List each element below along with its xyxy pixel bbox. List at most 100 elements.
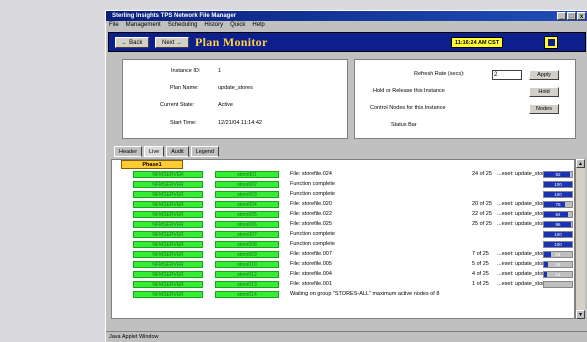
file-count: 24 of 25 <box>472 171 492 177</box>
node-cell[interactable]: store014 <box>215 291 279 298</box>
progress-bar: 100 <box>543 241 573 248</box>
table-row[interactable]: NFMSERVER store010 File: storefile.005 5 of… <box>112 260 574 269</box>
hold-release-label: Hold or Release this Instance <box>373 88 445 94</box>
vertical-scrollbar[interactable]: ▲ ▼ <box>575 159 585 319</box>
status-bar: Java Applet Window <box>106 331 587 342</box>
nodes-button[interactable]: Nodes <box>529 104 559 114</box>
minimize-button[interactable]: _ <box>557 12 566 20</box>
control-nodes-label: Control Nodes for this Instance <box>370 105 446 111</box>
menu-help[interactable]: Help <box>252 21 264 30</box>
server-cell[interactable]: NFMSERVER <box>133 231 203 238</box>
menu-history[interactable]: History <box>204 21 223 30</box>
current-state-value: Active <box>218 102 233 108</box>
node-cell[interactable]: store013 <box>215 281 279 288</box>
back-button[interactable]: ← Back <box>115 37 149 48</box>
hold-button[interactable]: Hold <box>529 87 559 97</box>
menu-file[interactable]: File <box>109 21 119 30</box>
table-row[interactable]: NFMSERVER store002 Function complete 100 <box>112 180 574 189</box>
tab-audit[interactable]: Audit <box>166 146 189 157</box>
server-cell[interactable]: NFMSERVER <box>133 181 203 188</box>
status-message: Function complete <box>290 231 335 237</box>
node-cell[interactable]: store003 <box>215 191 279 198</box>
instance-id-value: 1 <box>218 68 222 74</box>
node-cell[interactable]: store004 <box>215 201 279 208</box>
fileset-name: ...eset: update_stores <box>497 201 550 207</box>
maximize-button[interactable]: □ <box>567 12 576 20</box>
progress-percent: 24 <box>555 252 561 257</box>
table-row[interactable]: NFMSERVER store007 Function complete 100 <box>112 230 574 239</box>
refresh-rate-input[interactable]: 2 <box>492 70 522 80</box>
live-monitor-grid: Phase1 NFMSERVER store001 File: storefile.… <box>111 159 575 319</box>
node-cell[interactable]: store006 <box>215 221 279 228</box>
table-row[interactable]: NFMSERVER store005 File: storefile.022 22 o… <box>112 210 574 219</box>
menu-management[interactable]: Management <box>126 21 161 30</box>
next-button[interactable]: Next → <box>155 37 189 48</box>
node-cell[interactable]: store008 <box>215 241 279 248</box>
progress-percent: 84 <box>555 212 561 217</box>
server-cell[interactable]: NFMSERVER <box>133 201 203 208</box>
server-cell[interactable]: NFMSERVER <box>133 211 203 218</box>
close-button[interactable]: x <box>577 12 586 20</box>
file-count: 4 of 25 <box>472 271 489 277</box>
current-state-label: Current State: <box>160 102 195 108</box>
server-cell[interactable]: NFMSERVER <box>133 241 203 248</box>
fileset-name: ...eset: update_stores <box>497 261 550 267</box>
stop-button[interactable] <box>544 36 558 49</box>
status-message: Waiting on group "STORES-ALL" maximum ac… <box>290 291 440 297</box>
menu-scheduling[interactable]: Scheduling <box>168 21 198 30</box>
node-cell[interactable]: store001 <box>215 171 279 178</box>
node-cell[interactable]: store009 <box>215 251 279 258</box>
start-time-value: 12/21/04 11:14:42 <box>218 120 262 126</box>
tab-header[interactable]: Header <box>114 146 143 157</box>
server-cell[interactable]: NFMSERVER <box>133 271 203 278</box>
menu-quick[interactable]: Quick <box>230 21 245 30</box>
server-cell[interactable]: NFMSERVER <box>133 291 203 298</box>
progress-percent: 76 <box>555 202 561 207</box>
status-message: Function complete <box>290 241 335 247</box>
node-cell[interactable]: store012 <box>215 271 279 278</box>
server-cell[interactable]: NFMSERVER <box>133 171 203 178</box>
page-title: Plan Monitor <box>195 35 268 49</box>
table-row[interactable]: NFMSERVER store004 File: storefile.020 20 o… <box>112 200 574 209</box>
progress-bar: 100 <box>543 191 573 198</box>
fileset-name: ...eset: update_stores <box>497 251 550 257</box>
server-cell[interactable]: NFMSERVER <box>133 221 203 228</box>
table-row[interactable]: NFMSERVER store003 Function complete 100 <box>112 190 574 199</box>
table-row[interactable]: NFMSERVER store013 File: storefile.001 1 of… <box>112 280 574 289</box>
file-count: 5 of 25 <box>472 261 489 267</box>
table-row[interactable]: NFMSERVER store012 File: storefile.004 4 of… <box>112 270 574 279</box>
fileset-name: ...eset: update_stores <box>497 271 550 277</box>
refresh-rate-label: Refresh Rate (secs): <box>414 71 465 77</box>
table-row[interactable]: NFMSERVER store009 File: storefile.007 7 of… <box>112 250 574 259</box>
table-row[interactable]: NFMSERVER store014 Waiting on group "STORE… <box>112 290 574 299</box>
instance-id-label: Instance ID: <box>171 68 201 74</box>
tab-live[interactable]: Live <box>144 146 165 157</box>
status-message: File: storefile.022 <box>290 211 332 217</box>
node-cell[interactable]: store007 <box>215 231 279 238</box>
table-row[interactable]: NFMSERVER store008 Function complete 100 <box>112 240 574 249</box>
table-row[interactable]: NFMSERVER store001 File: storefile.024 24 o… <box>112 170 574 179</box>
clock-display: 11:16:24 AM CST <box>451 37 503 48</box>
phase-header[interactable]: Phase1 <box>121 160 183 169</box>
progress-percent: 96 <box>555 222 561 227</box>
node-cell[interactable]: store010 <box>215 261 279 268</box>
server-cell[interactable]: NFMSERVER <box>133 251 203 258</box>
status-message: File: storefile.004 <box>290 271 332 277</box>
status-message: File: storefile.020 <box>290 201 332 207</box>
tab-legend[interactable]: Legend <box>190 146 220 157</box>
server-cell[interactable]: NFMSERVER <box>133 191 203 198</box>
node-cell[interactable]: store002 <box>215 181 279 188</box>
scroll-down-icon[interactable]: ▼ <box>576 310 585 319</box>
stop-icon <box>547 39 555 46</box>
progress-bar: 16 <box>543 261 573 268</box>
table-row[interactable]: NFMSERVER store006 File: storefile.025 25 o… <box>112 220 574 229</box>
server-cell[interactable]: NFMSERVER <box>133 261 203 268</box>
apply-button[interactable]: Apply <box>529 70 559 80</box>
node-cell[interactable]: store005 <box>215 211 279 218</box>
status-message: File: storefile.001 <box>290 281 332 287</box>
server-cell[interactable]: NFMSERVER <box>133 281 203 288</box>
file-count: 1 of 25 <box>472 281 489 287</box>
applet-window: Sterling Insights TPS Network File Manag… <box>105 10 587 342</box>
scroll-up-icon[interactable]: ▲ <box>576 159 585 168</box>
tab-strip: Header Live Audit Legend <box>114 146 220 157</box>
